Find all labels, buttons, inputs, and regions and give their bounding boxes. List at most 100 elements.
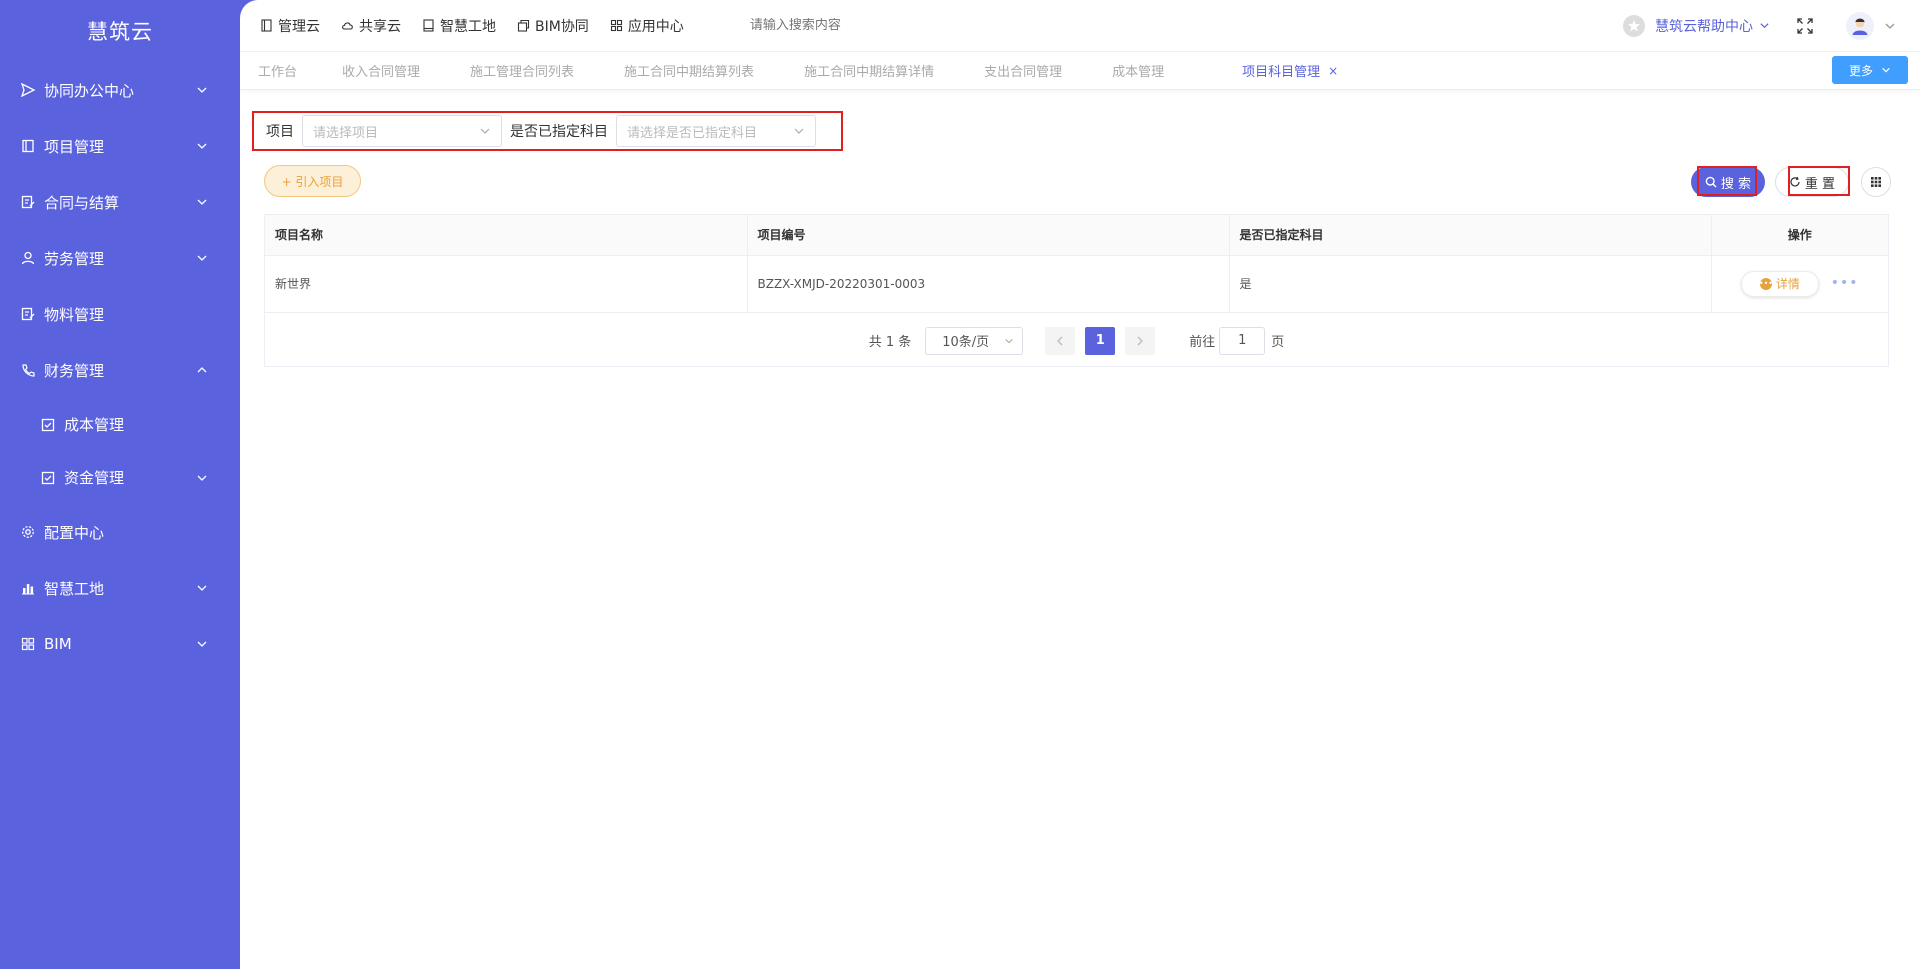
column-header: 是否已指定科目 (1229, 215, 1712, 256)
chevron-down-icon (1881, 65, 1891, 75)
tab-label: 施工合同中期结算详情 (804, 65, 935, 80)
sidebar-item-labor-mgmt[interactable]: 劳务管理 (0, 230, 240, 286)
help-center-link[interactable]: 慧筑云帮助中心 (1623, 14, 1770, 37)
cell-actions: ••• 详情 ••• (1711, 255, 1888, 313)
tab-interim-settlement-list[interactable]: 施工合同中期结算列表 (624, 61, 754, 80)
sidebar-item-contract-settlement[interactable]: 合同与结算 (0, 174, 240, 230)
checkbox-icon (40, 470, 56, 486)
sidebar-item-collab-office[interactable]: 协同办公中心 (0, 62, 240, 118)
top-link-smart-site[interactable]: 智慧工地 (422, 16, 496, 36)
detail-button-label: 详情 (1775, 277, 1800, 291)
logo: 慧筑云 (87, 20, 153, 44)
edit-icon (20, 306, 36, 322)
search-button[interactable]: 搜 索 (1691, 167, 1765, 197)
top-link-shared-cloud[interactable]: 共享云 (341, 16, 401, 36)
top-link-label: 智慧工地 (440, 18, 496, 35)
tab-interim-settlement-detail[interactable]: 施工合同中期结算详情 (804, 61, 934, 80)
box-icon (517, 19, 530, 32)
top-link-label: 管理云 (278, 18, 320, 35)
user-avatar-icon[interactable] (1846, 11, 1874, 40)
reset-button[interactable]: 重 置 (1775, 167, 1849, 197)
sidebar-item-smart-site[interactable]: 智慧工地 (0, 560, 240, 616)
project-select[interactable]: 请选择项目 (302, 115, 502, 147)
assigned-select-placeholder: 请选择是否已指定科目 (627, 125, 758, 141)
apps-icon (610, 19, 623, 32)
reset-button-label: 重 置 (1804, 176, 1836, 192)
column-header: 操作 (1711, 215, 1888, 256)
chevron-down-icon (479, 125, 491, 137)
column-settings-button[interactable] (1861, 167, 1891, 197)
cell-project-code: BZZX-XMJD-20220301-0003 (747, 255, 1230, 313)
top-right-tools: 慧筑云帮助中心 (1623, 11, 1896, 40)
detail-button[interactable]: ••• 详情 (1740, 270, 1819, 297)
gear-icon (20, 524, 36, 540)
sidebar-item-material-mgmt[interactable]: 物料管理 (0, 286, 240, 342)
user-icon (20, 250, 36, 266)
page-tabs: 工作台 收入合同管理 施工管理合同列表 施工合同中期结算列表 施工合同中期结算详… (240, 52, 1920, 90)
sidebar-item-label: 资金管理 (64, 469, 125, 487)
grid-icon (1870, 176, 1882, 188)
tab-label: 成本管理 (1112, 65, 1165, 80)
sidebar-item-cost-mgmt[interactable]: 成本管理 (0, 398, 240, 451)
column-header: 项目名称 (265, 215, 748, 256)
next-page-button[interactable] (1125, 326, 1156, 355)
chevron-down-icon (196, 83, 210, 97)
import-project-button[interactable]: + 引入项目 (264, 165, 361, 197)
sidebar-item-label: 劳务管理 (44, 249, 105, 268)
more-actions-icon[interactable]: ••• (1831, 275, 1859, 291)
page-unit-label: 页 (1271, 335, 1285, 350)
more-tabs-button[interactable]: 更多 (1832, 56, 1908, 84)
fullscreen-icon[interactable] (1796, 17, 1814, 35)
more-tabs-label: 更多 (1848, 63, 1873, 78)
sidebar: 慧筑云 协同办公中心 项目管理 合同与结算 劳务管理 物料管理 财务管理 成本管… (0, 0, 240, 969)
prev-page-button[interactable] (1045, 326, 1076, 355)
checkbox-icon (40, 417, 56, 433)
chevron-down-icon (1759, 20, 1770, 31)
chevron-right-icon (1137, 336, 1144, 345)
project-filter-label: 项目 (266, 124, 294, 140)
chevron-down-icon (196, 471, 210, 485)
cell-project-name: 新世界 (265, 255, 748, 313)
search-icon (1705, 176, 1717, 188)
tab-label: 支出合同管理 (984, 65, 1063, 80)
global-search-input[interactable] (749, 18, 990, 33)
tab-workbench[interactable]: 工作台 (258, 61, 297, 80)
top-link-management-cloud[interactable]: 管理云 (260, 16, 320, 36)
tab-cost-mgmt[interactable]: 成本管理 (1112, 61, 1164, 80)
refresh-icon (1789, 176, 1801, 188)
chevron-down-icon[interactable] (1884, 20, 1896, 32)
tab-label: 收入合同管理 (342, 65, 421, 80)
close-icon[interactable]: × (1328, 64, 1338, 78)
tab-label: 项目科目管理 (1242, 65, 1321, 80)
tab-construction-contract-list[interactable]: 施工管理合同列表 (470, 61, 574, 80)
chevron-down-icon (196, 251, 210, 265)
top-navigation: 管理云 共享云 智慧工地 BIM协同 应用中心 慧筑云帮助中心 (240, 0, 1920, 52)
goto-page-input[interactable] (1219, 326, 1266, 355)
page-size-value: 10条/页 (942, 335, 990, 350)
top-link-app-center[interactable]: 应用中心 (610, 16, 684, 36)
sidebar-item-finance-mgmt[interactable]: 财务管理 (0, 342, 240, 398)
cell-assigned: 是 (1229, 255, 1712, 313)
page-size-select[interactable]: 10条/页 (925, 326, 1024, 355)
goto-label: 前往 (1189, 335, 1216, 350)
tab-project-subject-mgmt[interactable]: 项目科目管理 × (1242, 61, 1338, 81)
phone-icon (20, 362, 36, 378)
sidebar-item-project-mgmt[interactable]: 项目管理 (0, 118, 240, 174)
sidebar-item-config-center[interactable]: 配置中心 (0, 504, 240, 560)
doc-icon (260, 19, 273, 32)
help-avatar-icon (1623, 14, 1645, 37)
cloud-icon (341, 19, 354, 32)
table-header-row: 项目名称 项目编号 是否已指定科目 操作 (265, 215, 1888, 256)
sidebar-item-fund-mgmt[interactable]: 资金管理 (0, 451, 240, 504)
top-link-label: 应用中心 (627, 18, 684, 35)
top-link-bim-collab[interactable]: BIM协同 (517, 16, 589, 36)
tab-income-contract[interactable]: 收入合同管理 (342, 61, 420, 80)
project-select-placeholder: 请选择项目 (313, 125, 379, 141)
chevron-down-icon (793, 125, 805, 137)
assigned-select[interactable]: 请选择是否已指定科目 (616, 115, 816, 147)
sidebar-item-label: 财务管理 (44, 361, 105, 380)
sidebar-item-bim[interactable]: BIM (0, 616, 240, 672)
page-number-current[interactable]: 1 (1085, 326, 1116, 355)
help-center-label: 慧筑云帮助中心 (1655, 18, 1753, 35)
tab-expense-contract[interactable]: 支出合同管理 (984, 61, 1062, 80)
